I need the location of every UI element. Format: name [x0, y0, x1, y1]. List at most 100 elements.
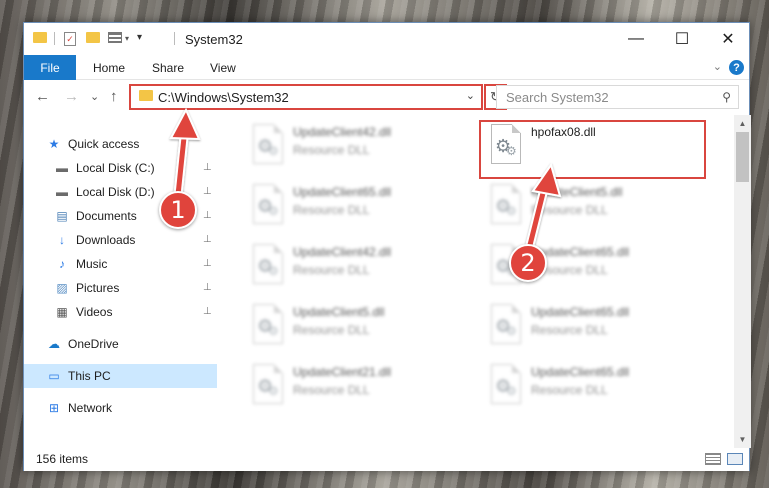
recent-locations-icon[interactable]: ⌄ — [90, 90, 99, 103]
file-item[interactable]: ⚙⚙ UpdateClient65.dll Resource DLL — [483, 301, 713, 357]
window-title: System32 — [185, 32, 243, 47]
up-button[interactable]: ↑ — [110, 88, 118, 105]
view-options-icon[interactable] — [108, 32, 122, 43]
folder-icon — [33, 32, 47, 43]
nav-item-label: Downloads — [76, 233, 136, 247]
file-type: Resource DLL — [293, 143, 370, 157]
new-folder-icon[interactable] — [86, 32, 100, 43]
music-icon: ♪ — [59, 257, 65, 271]
minimize-button[interactable]: — — [613, 23, 659, 55]
pin-icon[interactable]: ⊥ — [203, 258, 212, 269]
nav-item-label: Local Disk (D:) — [76, 185, 155, 199]
help-icon[interactable]: ? — [729, 60, 744, 75]
file-type: Resource DLL — [531, 203, 608, 217]
details-view-icon[interactable] — [705, 453, 721, 465]
scroll-thumb[interactable] — [736, 132, 749, 182]
videos-icon: ▦ — [56, 305, 68, 319]
folder-icon — [139, 90, 153, 101]
pin-icon[interactable]: ⊥ — [203, 234, 212, 245]
forward-button[interactable]: → — [64, 88, 79, 105]
nav-item-this-pc[interactable]: ▭ This PC — [24, 364, 217, 388]
vertical-scrollbar[interactable]: ▲ ▼ — [734, 115, 751, 448]
file-type: Resource DLL — [293, 323, 370, 337]
tab-view[interactable]: View — [210, 61, 236, 75]
pin-icon[interactable]: ⊥ — [203, 186, 212, 197]
file-item[interactable]: ⚙⚙ UpdateClient65.dll Resource DLL — [483, 361, 713, 417]
scroll-down-icon[interactable]: ▼ — [734, 431, 751, 448]
back-button[interactable]: ← — [35, 88, 50, 105]
file-item[interactable]: ⚙ ⚙ UpdateClient42.dll Resource DLL — [245, 241, 475, 297]
network-icon: ⊞ — [48, 401, 60, 415]
nav-item-pictures[interactable]: ▨ Pictures ⊥ — [24, 276, 217, 300]
address-path[interactable]: C:\Windows\System32 — [158, 90, 289, 105]
pictures-icon: ▨ — [56, 281, 68, 295]
maximize-button[interactable]: ☐ — [659, 23, 705, 55]
title-bar: ✓ ▾ ▾ System32 — ☐ ✕ — [24, 23, 749, 55]
nav-item-network[interactable]: ⊞ Network — [24, 396, 217, 420]
file-name: UpdateClient65.dll — [531, 365, 630, 379]
tab-share[interactable]: Share — [152, 61, 184, 75]
nav-item-label: Pictures — [76, 281, 120, 295]
file-item[interactable]: ⚙ ⚙ UpdateClient42.dll Resource DLL — [245, 121, 475, 177]
star-icon: ★ — [48, 137, 60, 151]
item-count: 156 items — [36, 452, 89, 466]
address-dropdown-icon[interactable]: ⌄ — [466, 89, 475, 102]
pin-icon[interactable]: ⊥ — [203, 306, 212, 317]
large-icons-view-icon[interactable] — [727, 453, 743, 465]
tab-home[interactable]: Home — [93, 61, 125, 75]
navigation-pane: ★ Quick access ▬ Local Disk (C:) ⊥ ▬ Local Dis… — [24, 115, 217, 448]
dll-file-icon: ⚙⚙ — [491, 184, 521, 224]
close-button[interactable]: ✕ — [705, 23, 751, 55]
dll-file-icon: ⚙⚙ — [491, 364, 521, 404]
nav-item-local-disk-c[interactable]: ▬ Local Disk (C:) ⊥ — [24, 156, 217, 180]
file-item[interactable]: ⚙ ⚙ UpdateClient21.dll Resource DLL — [245, 361, 475, 417]
tab-file[interactable]: File — [24, 55, 76, 80]
nav-item-label: Local Disk (C:) — [76, 161, 155, 175]
customize-qat-chevron-icon[interactable]: ▾ — [125, 34, 129, 43]
dll-file-icon: ⚙⚙ — [253, 304, 283, 344]
file-type: Resource DLL — [293, 203, 370, 217]
scroll-up-icon[interactable]: ▲ — [734, 115, 751, 132]
nav-item-quick-access[interactable]: ★ Quick access — [24, 132, 217, 156]
customize-qat-icon[interactable]: ▾ — [137, 32, 142, 43]
pin-icon[interactable]: ⊥ — [203, 162, 212, 173]
file-name: UpdateClient42.dll — [293, 245, 392, 259]
nav-item-downloads[interactable]: ↓ Downloads ⊥ — [24, 228, 217, 252]
properties-icon[interactable]: ✓ — [64, 32, 76, 46]
drive-icon: ▬ — [56, 161, 68, 175]
nav-item-music[interactable]: ♪ Music ⊥ — [24, 252, 217, 276]
nav-item-label: Videos — [76, 305, 113, 319]
address-bar[interactable]: C:\Windows\System32 ⌄ — [129, 84, 483, 110]
close-icon: ✕ — [721, 31, 735, 48]
nav-item-label: Music — [76, 257, 108, 271]
search-input[interactable]: Search System32 ⚲ — [496, 85, 739, 109]
file-name: UpdateClient5.dll — [531, 185, 623, 199]
nav-item-label: This PC — [68, 369, 111, 383]
search-icon[interactable]: ⚲ — [722, 90, 731, 104]
file-name: UpdateClient5.dll — [293, 305, 385, 319]
callout-2: 2 — [509, 244, 547, 282]
nav-item-onedrive[interactable]: ☁ OneDrive — [24, 332, 217, 356]
pin-icon[interactable]: ⊥ — [203, 210, 212, 221]
dll-file-icon: ⚙⚙ — [491, 304, 521, 344]
separator — [174, 32, 175, 45]
separator — [54, 32, 55, 45]
file-name: UpdateClient65.dll — [293, 185, 392, 199]
cloud-icon: ☁ — [48, 337, 60, 351]
status-bar: 156 items — [24, 448, 749, 471]
nav-item-label: Network — [68, 401, 113, 415]
file-type: Resource DLL — [293, 263, 370, 277]
minimize-icon: — — [628, 30, 644, 47]
drive-icon: ▬ — [56, 185, 68, 199]
pin-icon[interactable]: ⊥ — [203, 282, 212, 293]
nav-item-label: OneDrive — [68, 337, 119, 351]
ribbon-tabs: File Home Share View ⌄ ? — [24, 55, 749, 80]
ribbon-collapse-icon[interactable]: ⌄ — [713, 60, 722, 73]
file-item[interactable]: ⚙ ⚙ UpdateClient5.dll Resource DLL — [245, 301, 475, 357]
nav-item-videos[interactable]: ▦ Videos ⊥ — [24, 300, 217, 324]
callout-1: 1 — [159, 191, 197, 229]
file-item[interactable]: ⚙ ⚙ UpdateClient5.dll Resource DLL — [483, 181, 713, 237]
file-type: Resource DLL — [293, 383, 370, 397]
file-item[interactable]: ⚙⚙ UpdateClient65.dll Resource DLL — [245, 181, 475, 237]
file-name: UpdateClient65.dll — [531, 305, 630, 319]
